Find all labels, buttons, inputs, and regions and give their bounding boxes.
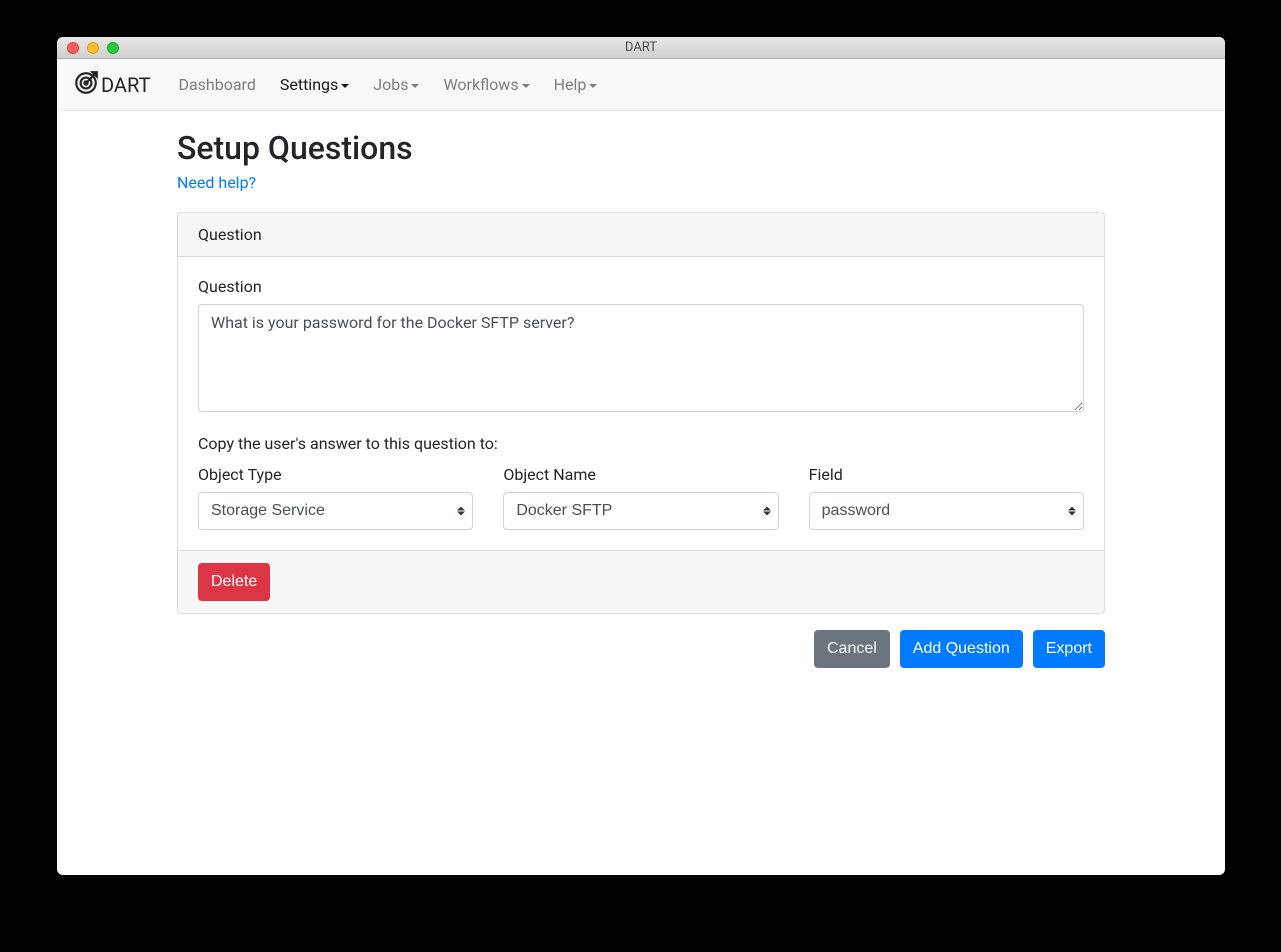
nav-help-label: Help: [554, 75, 587, 94]
object-type-label: Object Type: [198, 465, 473, 484]
card-footer: Delete: [178, 550, 1104, 613]
chevron-down-icon: [341, 84, 349, 88]
question-card: Question Question Copy the user's answer…: [177, 212, 1105, 614]
select-row: Object Type Storage Service Ob: [198, 465, 1084, 530]
card-header: Question: [178, 213, 1104, 257]
object-name-label: Object Name: [503, 465, 778, 484]
cancel-button[interactable]: Cancel: [814, 630, 890, 668]
card-body: Question Copy the user's answer to this …: [178, 257, 1104, 550]
object-name-select[interactable]: Docker SFTP: [503, 492, 778, 530]
window-title: DART: [57, 40, 1225, 55]
target-icon: [73, 70, 99, 100]
question-textarea[interactable]: [198, 304, 1084, 412]
traffic-lights: [57, 42, 119, 54]
navbar: DART Dashboard Settings Jobs Workflows H…: [57, 59, 1225, 111]
nav-workflows-label: Workflows: [443, 75, 518, 94]
content: Setup Questions Need help? Question Ques…: [57, 111, 1225, 688]
action-row: Cancel Add Question Export: [177, 630, 1105, 668]
chevron-down-icon: [589, 84, 597, 88]
help-link[interactable]: Need help?: [177, 173, 256, 192]
add-question-button[interactable]: Add Question: [900, 630, 1023, 668]
export-button[interactable]: Export: [1033, 630, 1105, 668]
question-label: Question: [198, 277, 1084, 296]
nav-settings-label: Settings: [280, 75, 338, 94]
nav-settings[interactable]: Settings: [272, 67, 357, 102]
nav-jobs-label: Jobs: [373, 75, 408, 94]
brand-text: DART: [101, 73, 150, 97]
titlebar: DART: [57, 37, 1225, 59]
brand[interactable]: DART: [73, 70, 150, 100]
minimize-window-button[interactable]: [87, 42, 99, 54]
delete-button[interactable]: Delete: [198, 563, 270, 601]
object-type-select[interactable]: Storage Service: [198, 492, 473, 530]
nav-jobs[interactable]: Jobs: [365, 67, 427, 102]
nav-help[interactable]: Help: [546, 67, 606, 102]
field-label: Field: [809, 465, 1084, 484]
app-window: DART DART Dashboard Settings Jobs: [57, 37, 1225, 875]
close-window-button[interactable]: [67, 42, 79, 54]
nav-dashboard[interactable]: Dashboard: [170, 67, 263, 102]
page-title: Setup Questions: [177, 129, 1105, 167]
copy-answer-text: Copy the user's answer to this question …: [198, 434, 1084, 453]
nav-workflows[interactable]: Workflows: [435, 67, 537, 102]
chevron-down-icon: [522, 84, 530, 88]
field-select[interactable]: password: [809, 492, 1084, 530]
maximize-window-button[interactable]: [107, 42, 119, 54]
chevron-down-icon: [411, 84, 419, 88]
